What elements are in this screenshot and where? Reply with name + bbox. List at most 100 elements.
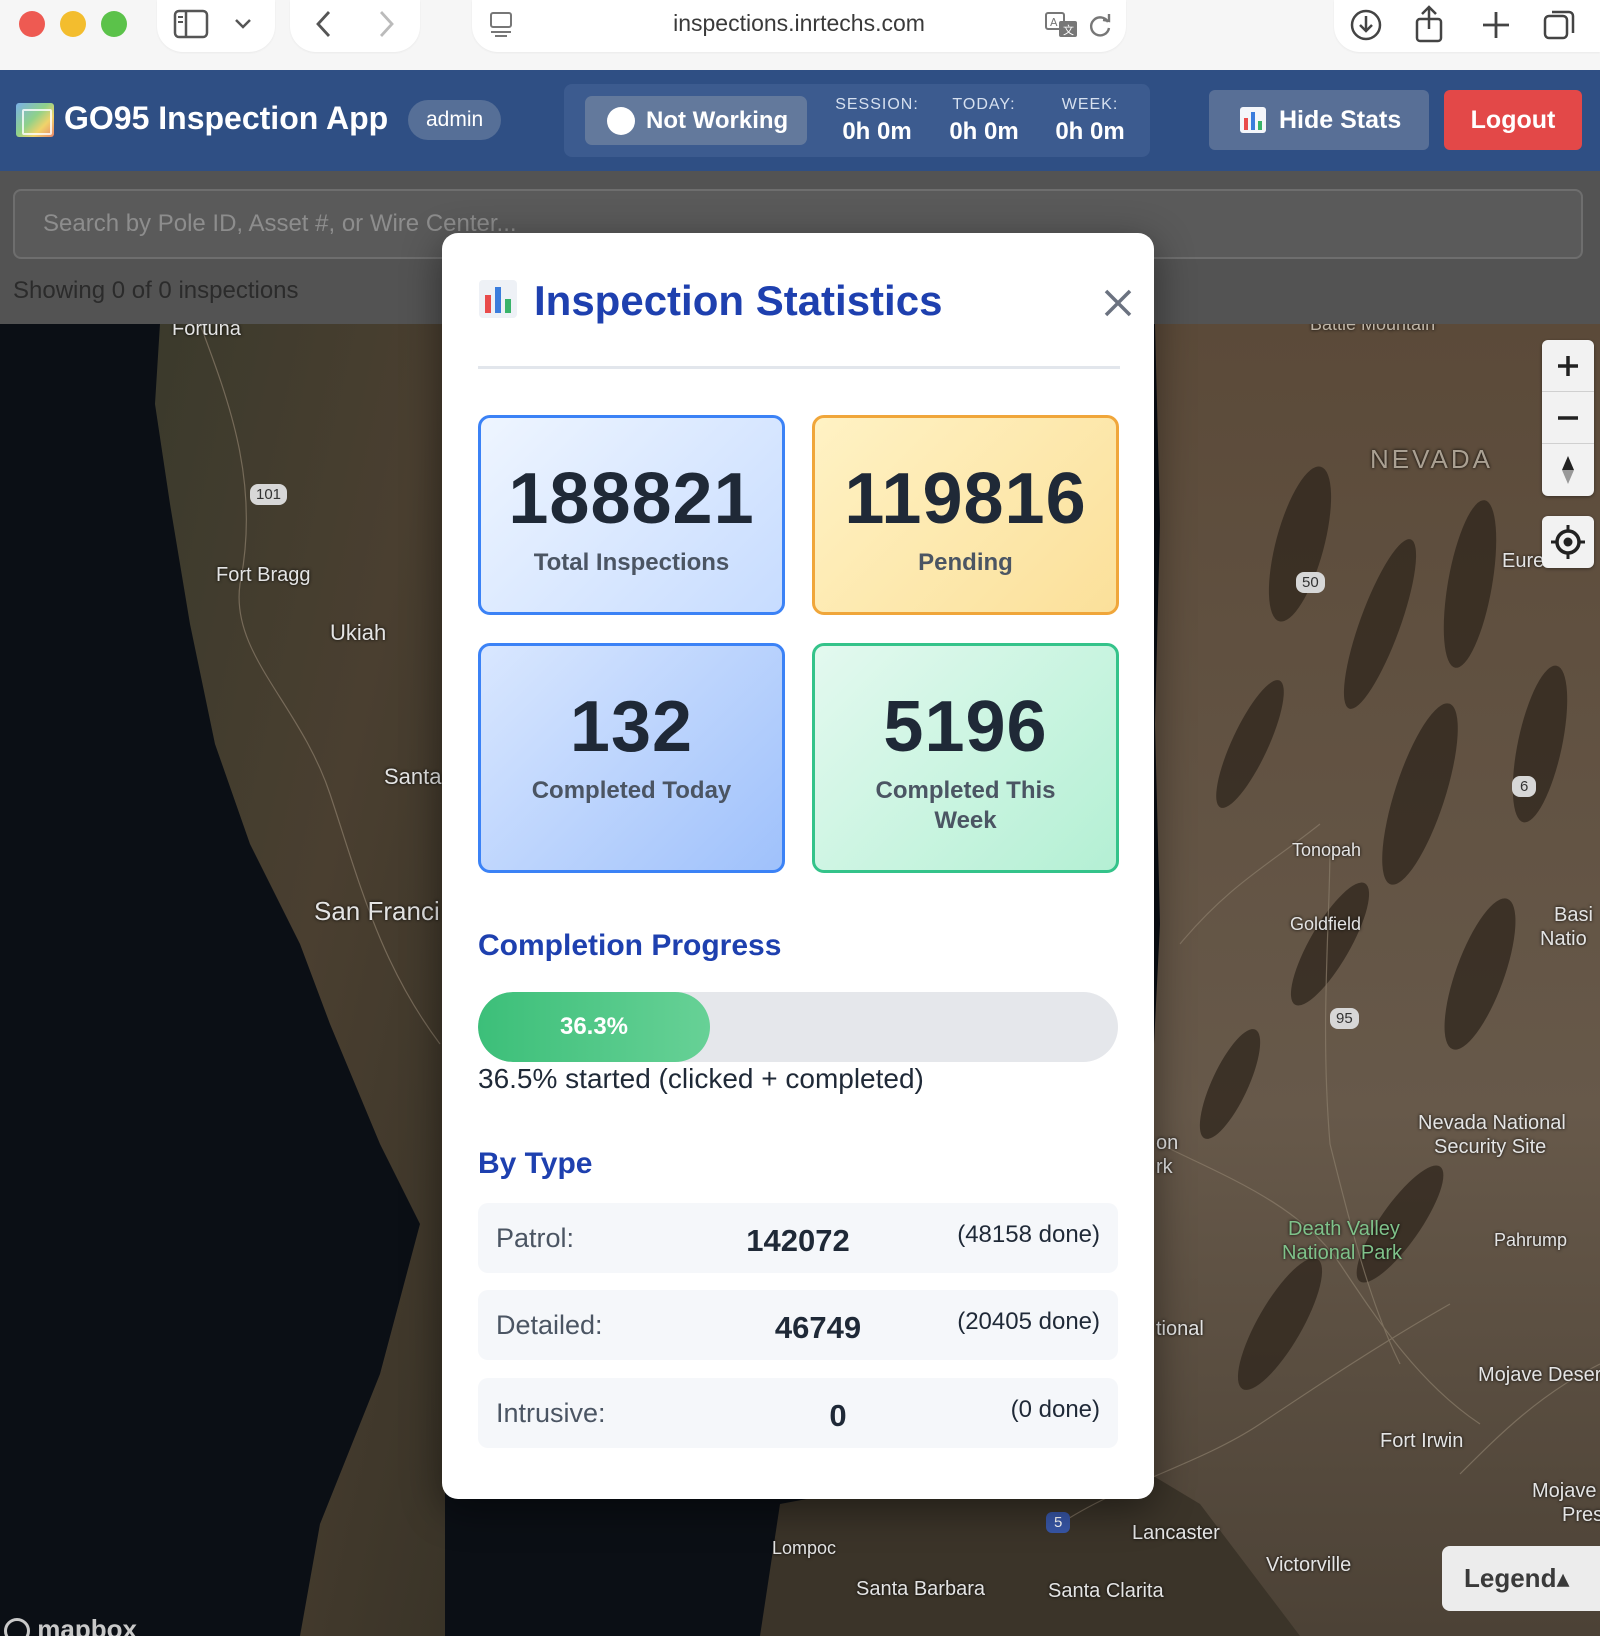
- map-label: Santa Clarita: [1048, 1580, 1164, 1602]
- week-time: WEEK: 0h 0m: [1055, 96, 1125, 145]
- pending-card: 119816 Pending: [812, 415, 1119, 615]
- new-tab-icon[interactable]: [1480, 9, 1512, 41]
- modal-header: Inspection Statistics: [478, 277, 1132, 369]
- type-name: Patrol:: [496, 1223, 575, 1253]
- nav-buttons: [290, 0, 420, 52]
- completed-today-label: Completed Today: [531, 777, 732, 804]
- total-inspections-label: Total Inspections: [533, 549, 730, 576]
- map-label: Ukiah: [330, 620, 387, 645]
- geolocate-button[interactable]: [1542, 516, 1594, 568]
- map-label: Mojave Deser: [1478, 1364, 1600, 1386]
- mapbox-logo-icon: [4, 1618, 30, 1636]
- compass-button[interactable]: [1542, 444, 1594, 496]
- hide-stats-button[interactable]: Hide Stats: [1209, 90, 1429, 150]
- type-name: Intrusive:: [496, 1398, 606, 1428]
- translate-icon[interactable]: A 文: [1044, 10, 1080, 40]
- zoom-controls: [1542, 340, 1594, 496]
- tab-overview-icon[interactable]: [1542, 7, 1578, 43]
- started-summary: 36.5% started (clicked + completed): [478, 1063, 924, 1094]
- map-label: Lompoc: [772, 1538, 837, 1558]
- map-label: on: [1156, 1132, 1179, 1154]
- hide-stats-label: Hide Stats: [1279, 106, 1402, 134]
- map-label: Goldfield: [1290, 914, 1362, 934]
- map-label: Death Valley: [1288, 1218, 1400, 1240]
- progress-fill: 36.3%: [478, 992, 710, 1062]
- plus-icon: [1558, 356, 1578, 376]
- bar-chart-icon: [479, 280, 517, 318]
- progress-percent-label: 36.3%: [559, 1013, 629, 1040]
- reload-icon[interactable]: [1086, 10, 1114, 40]
- map-label: Pahrump: [1494, 1230, 1568, 1250]
- close-window-button[interactable]: [19, 11, 45, 37]
- minus-icon: [1558, 416, 1578, 420]
- pending-value: 119816: [844, 459, 1087, 539]
- total-inspections-value: 188821: [508, 459, 755, 539]
- browser-actions: [1334, 0, 1600, 52]
- map-label: Santa: [384, 764, 442, 789]
- svg-text:A: A: [1050, 16, 1058, 29]
- mapbox-wordmark: mapbox: [37, 1614, 137, 1636]
- url-text[interactable]: inspections.inrtechs.com: [472, 10, 1126, 37]
- map-label: Eure: [1502, 550, 1545, 572]
- highway-shield: 6: [1512, 776, 1537, 797]
- minimize-window-button[interactable]: [60, 11, 86, 37]
- sidebar-toggle-group: [157, 0, 275, 52]
- bar-chart-icon: [1240, 107, 1266, 133]
- zoom-window-button[interactable]: [101, 11, 127, 37]
- map-label: Tonopah: [1292, 840, 1362, 860]
- completed-today-value: 132: [569, 687, 694, 767]
- zoom-out-button[interactable]: [1542, 392, 1594, 444]
- zoom-in-button[interactable]: [1542, 340, 1594, 392]
- map-label: Nevada National: [1418, 1112, 1566, 1134]
- pending-label: Pending: [918, 549, 1013, 576]
- map-label: Fort Bragg: [216, 564, 311, 586]
- map-label: Victorville: [1266, 1554, 1352, 1576]
- legend-toggle[interactable]: Legend▴: [1442, 1546, 1600, 1611]
- map-icon: [16, 103, 54, 137]
- map-label: Santa Barbara: [856, 1578, 985, 1600]
- address-bar[interactable]: inspections.inrtechs.com A 文: [472, 0, 1126, 52]
- completed-week-label: Completed This Week: [875, 777, 1056, 834]
- highway-shield: 95: [1330, 1008, 1359, 1029]
- map-label: Security Site: [1434, 1136, 1547, 1158]
- results-count: Showing 0 of 0 inspections: [13, 277, 299, 304]
- download-icon[interactable]: [1348, 7, 1384, 43]
- share-icon[interactable]: [1412, 4, 1446, 44]
- highway-shield: 101: [250, 484, 288, 505]
- map-label: Battle Mountain: [1310, 324, 1436, 334]
- svg-text:文: 文: [1063, 23, 1074, 37]
- map-label: NEVADA: [1370, 444, 1493, 474]
- type-done: (20405 done): [957, 1308, 1100, 1335]
- type-row-detailed: Detailed: 46749 (20405 done): [478, 1290, 1118, 1360]
- type-name: Detailed:: [496, 1310, 603, 1340]
- type-row-intrusive: Intrusive: 0 (0 done): [478, 1378, 1118, 1448]
- map-label: tional: [1156, 1318, 1204, 1340]
- type-row-patrol: Patrol: 142072 (48158 done): [478, 1203, 1118, 1273]
- session-time: SESSION: 0h 0m: [835, 96, 919, 145]
- map-label: Basi: [1554, 904, 1593, 926]
- map-label: National Park: [1282, 1242, 1403, 1264]
- close-icon[interactable]: [1098, 283, 1138, 323]
- forward-arrow-icon[interactable]: [374, 9, 398, 39]
- completed-week-value: 5196: [883, 687, 1048, 767]
- work-status-panel: Not Working SESSION: 0h 0m TODAY: 0h 0m …: [564, 84, 1150, 157]
- compass-icon: [1562, 456, 1574, 484]
- sidebar-icon[interactable]: [173, 9, 209, 39]
- type-count: 142072: [746, 1223, 850, 1258]
- back-arrow-icon[interactable]: [312, 9, 336, 39]
- map-label: Mojave: [1532, 1480, 1597, 1502]
- work-status-toggle[interactable]: Not Working: [585, 96, 807, 145]
- map-label: Lancaster: [1132, 1522, 1220, 1544]
- chevron-down-icon[interactable]: [233, 16, 253, 32]
- completion-progress-title: Completion Progress: [478, 929, 782, 962]
- type-count: 0: [829, 1398, 847, 1433]
- completed-today-card: 132 Completed Today: [478, 643, 785, 873]
- logout-button[interactable]: Logout: [1444, 90, 1582, 150]
- map-label: rk: [1156, 1156, 1173, 1178]
- status-dot-icon: [607, 107, 635, 135]
- role-badge: admin: [408, 100, 502, 140]
- crosshair-icon: [1551, 525, 1585, 559]
- app-title: GO95 Inspection App: [64, 100, 389, 136]
- type-done: (48158 done): [957, 1221, 1100, 1248]
- map-label: Natio: [1540, 928, 1587, 950]
